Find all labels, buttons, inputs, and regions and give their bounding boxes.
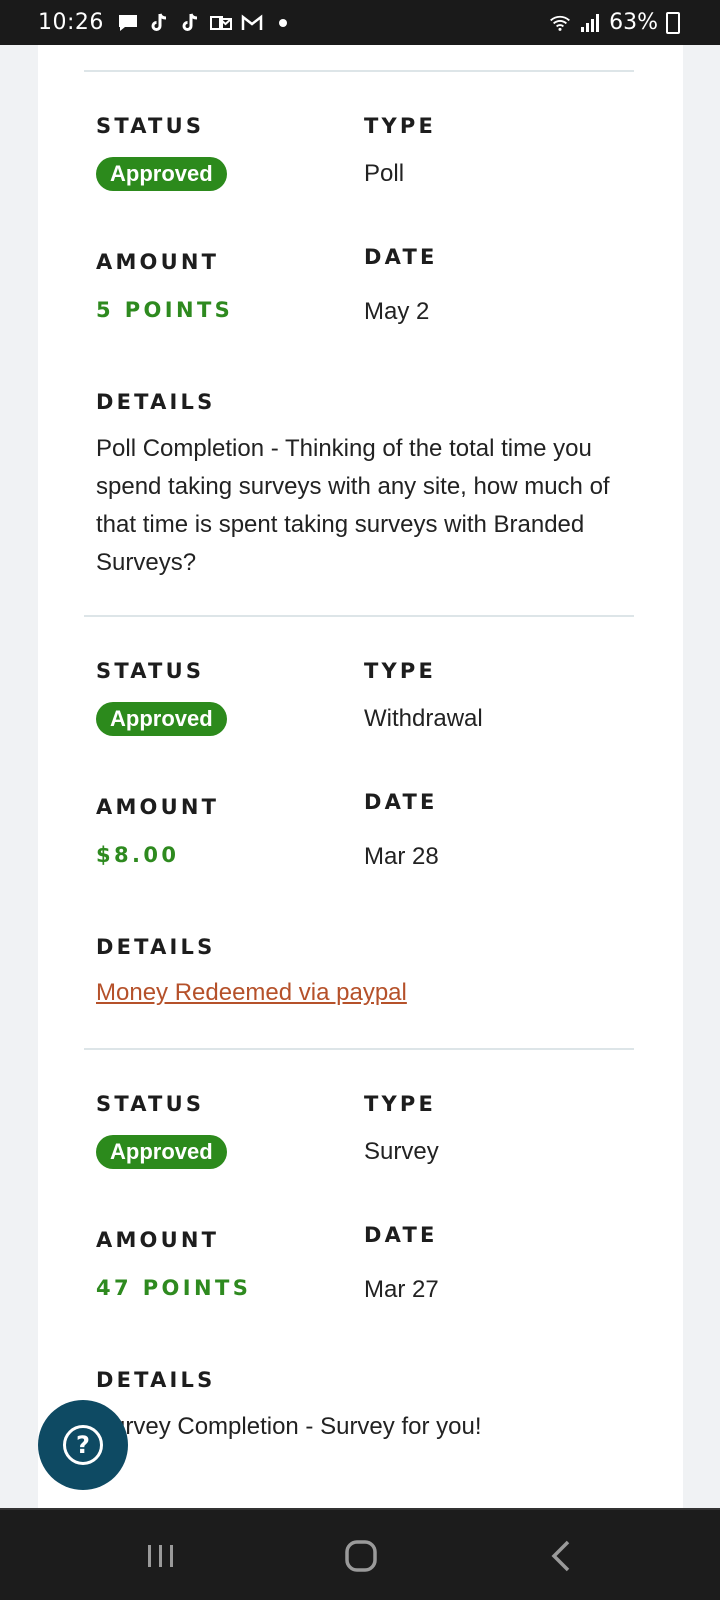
- date-value: Mar 27: [364, 1276, 439, 1303]
- outlook-icon: [209, 12, 232, 34]
- details-text: Survey Completion - Survey for you!: [96, 1413, 482, 1440]
- gmail-icon: [241, 12, 263, 34]
- status-label: STATUS: [96, 1092, 205, 1116]
- amount-value: 47 POINTS: [96, 1276, 252, 1300]
- recent-apps-button[interactable]: [140, 1534, 184, 1578]
- question-icon: ?: [63, 1425, 103, 1465]
- type-label: TYPE: [364, 659, 437, 683]
- status-badge: Approved: [96, 157, 227, 191]
- signal-icon: [579, 12, 601, 34]
- help-button[interactable]: ?: [38, 1400, 128, 1490]
- status-bar: 10:26 63%: [0, 0, 720, 45]
- details-label: DETAILS: [96, 1368, 216, 1392]
- amount-value: $8.00: [96, 843, 180, 867]
- status-badge: Approved: [96, 702, 227, 736]
- date-label: DATE: [364, 1223, 438, 1247]
- status-bar-left: 10:26: [38, 10, 294, 35]
- tiktok-icon: [148, 12, 170, 34]
- amount-label: AMOUNT: [96, 795, 220, 819]
- status-bar-right: 63%: [549, 10, 680, 35]
- home-button[interactable]: [339, 1534, 383, 1578]
- status-label: STATUS: [96, 114, 205, 138]
- chat-icon: [117, 12, 139, 34]
- transaction-item: STATUS TYPE Approved Withdrawal AMOUNT D…: [84, 615, 634, 1048]
- home-icon: [345, 1540, 377, 1572]
- battery-icon: [666, 11, 680, 34]
- tiktok-icon: [179, 12, 201, 34]
- type-value: Withdrawal: [364, 705, 483, 732]
- back-button[interactable]: [540, 1534, 584, 1578]
- details-link[interactable]: Money Redeemed via paypal: [96, 979, 407, 1007]
- clock: 10:26: [38, 10, 104, 35]
- transaction-item: STATUS TYPE Approved Poll AMOUNT DATE 5 …: [84, 70, 634, 615]
- dot-icon: [272, 12, 294, 34]
- back-icon: [551, 1540, 570, 1572]
- date-value: May 2: [364, 298, 430, 325]
- amount-value: 5 POINTS: [96, 298, 234, 322]
- status-label: STATUS: [96, 659, 205, 683]
- transactions-card: STATUS TYPE Approved Poll AMOUNT DATE 5 …: [38, 45, 683, 1508]
- date-value: Mar 28: [364, 843, 439, 870]
- recent-apps-icon: [148, 1545, 173, 1567]
- amount-label: AMOUNT: [96, 250, 220, 274]
- type-value: Poll: [364, 160, 405, 187]
- details-text: Poll Completion - Thinking of the total …: [96, 435, 610, 576]
- transaction-item: STATUS TYPE Approved Survey AMOUNT DATE …: [84, 1048, 634, 1508]
- details-label: DETAILS: [96, 935, 216, 959]
- navigation-bar: [0, 1508, 720, 1600]
- battery-percent: 63%: [609, 10, 658, 35]
- type-value: Survey: [364, 1138, 439, 1165]
- type-label: TYPE: [364, 114, 437, 138]
- date-label: DATE: [364, 790, 438, 814]
- wifi-icon: [549, 12, 571, 34]
- type-label: TYPE: [364, 1092, 437, 1116]
- date-label: DATE: [364, 245, 438, 269]
- status-badge: Approved: [96, 1135, 227, 1169]
- details-label: DETAILS: [96, 390, 216, 414]
- amount-label: AMOUNT: [96, 1228, 220, 1252]
